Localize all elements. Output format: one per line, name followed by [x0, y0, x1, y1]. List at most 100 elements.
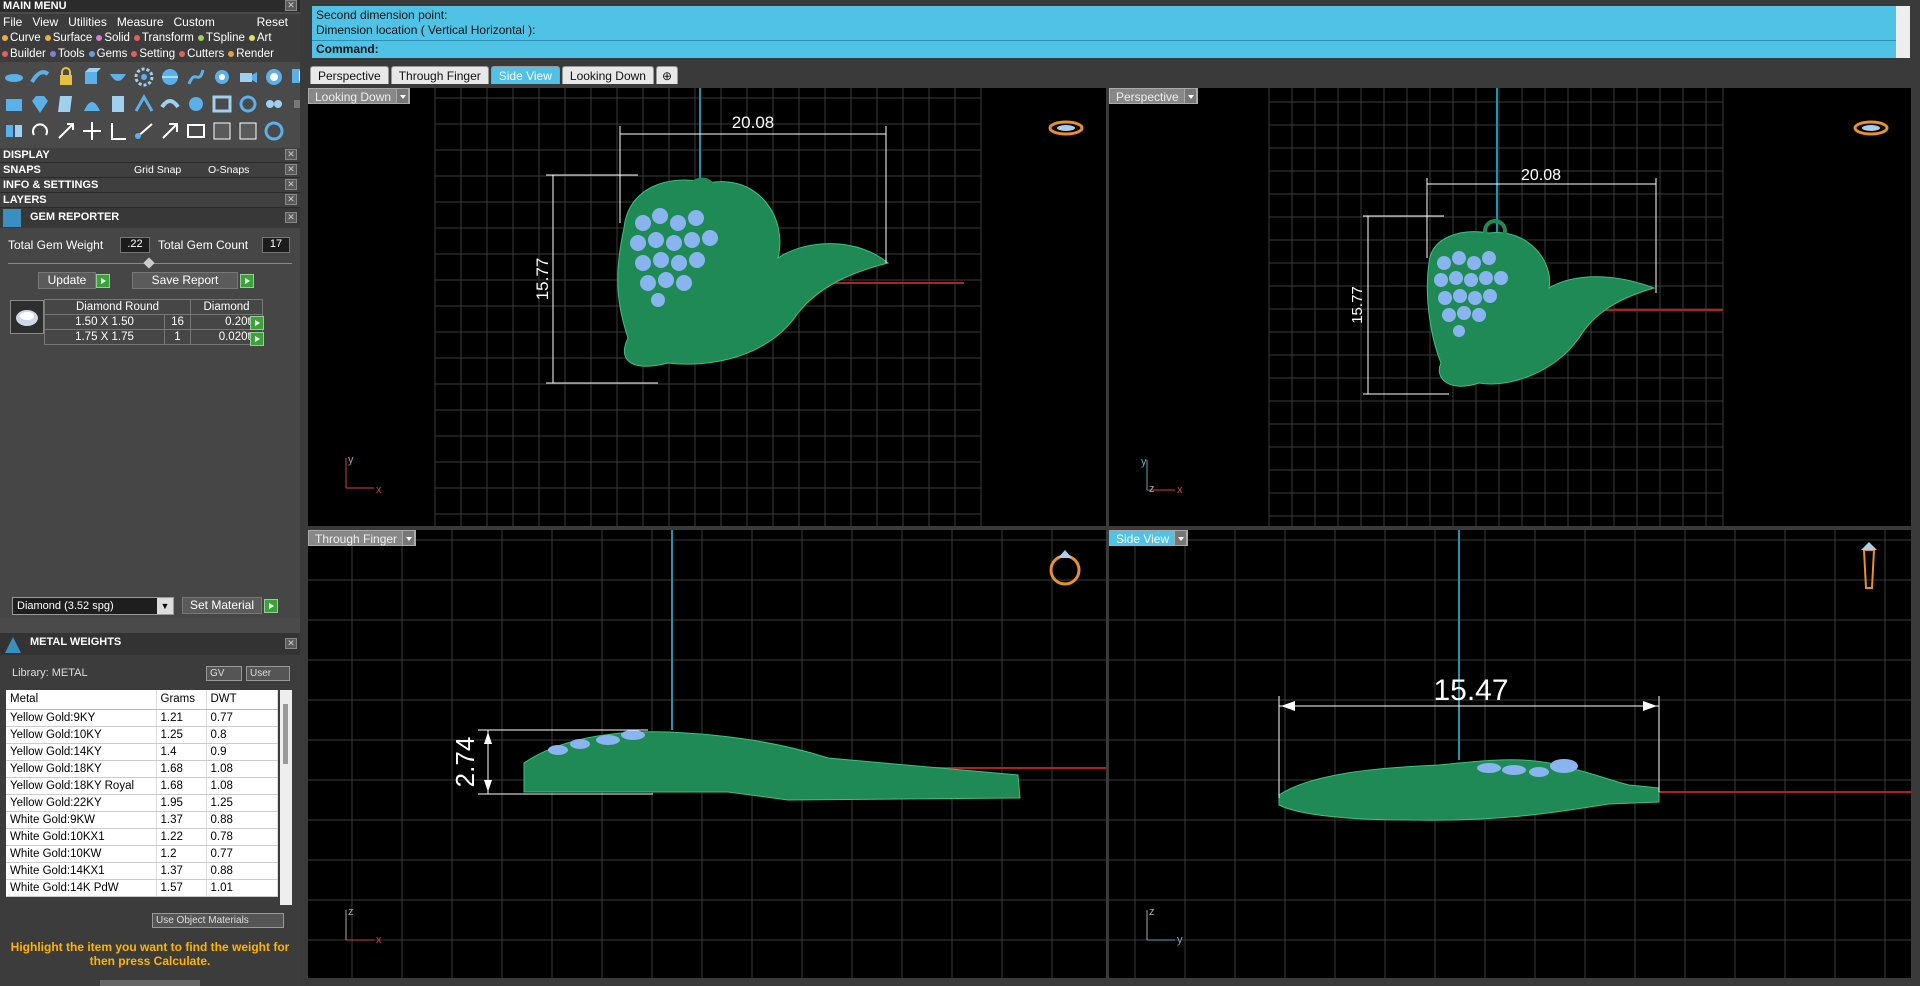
category-surface[interactable]: Surface — [44, 30, 92, 46]
category-setting[interactable]: Setting — [131, 46, 175, 62]
arrow-tool-icon[interactable] — [158, 119, 182, 143]
flow-tool-icon[interactable] — [158, 92, 182, 116]
lock-tool-icon[interactable] — [54, 65, 78, 89]
through-finger-canvas[interactable]: 2.74 z x — [308, 530, 1106, 978]
table-row[interactable]: Yellow Gold:18KY 1.68 1.08 — [6, 760, 278, 778]
tab-side-view[interactable]: Side View — [490, 66, 560, 84]
reset-button[interactable]: Reset — [257, 14, 288, 30]
pipe-tool-icon[interactable] — [236, 119, 260, 143]
table-row[interactable]: White Gold:10KW 1.2 0.77 — [6, 845, 278, 863]
category-render[interactable]: Render — [228, 46, 274, 62]
save-report-go-icon[interactable] — [240, 274, 254, 288]
user-toggle[interactable]: User — [246, 666, 290, 681]
cube-tool-icon[interactable] — [80, 65, 104, 89]
table-row[interactable]: White Gold:14KX1 1.37 0.88 — [6, 862, 278, 880]
set-material-button[interactable]: Set Material — [182, 597, 262, 614]
ring-perspective-icon[interactable] — [1853, 120, 1889, 136]
table-row[interactable]: Yellow Gold:14KY 1.4 0.9 — [6, 743, 278, 761]
menu-view[interactable]: View — [32, 14, 58, 30]
chevron-down-icon[interactable] — [1183, 88, 1197, 104]
category-builder[interactable]: Builder — [2, 46, 46, 62]
category-tools[interactable]: Tools — [49, 46, 85, 62]
info-tool-icon[interactable] — [288, 65, 300, 89]
chevron-down-icon[interactable] — [396, 88, 410, 104]
metal-table-scrollbar[interactable] — [280, 690, 292, 905]
gem-row-go-icon[interactable] — [250, 316, 264, 330]
table-row[interactable]: Yellow Gold:9KY 1.21 0.77 — [6, 709, 278, 727]
table-row[interactable]: Yellow Gold:10KY 1.25 0.8 — [6, 726, 278, 744]
toggle-tool-icon[interactable] — [288, 92, 300, 116]
gv-toggle[interactable]: GV — [206, 666, 242, 681]
table-row[interactable]: Yellow Gold:18KY Royal 1.68 1.08 — [6, 777, 278, 795]
close-icon[interactable]: ✕ — [285, 0, 297, 11]
gear-icon[interactable] — [132, 65, 156, 89]
category-art[interactable]: Art — [248, 30, 272, 46]
mirror-tool-icon[interactable] — [2, 119, 26, 143]
material-select[interactable]: Diamond (3.52 spg) ▼ — [12, 597, 174, 615]
viewport-label-looking-down[interactable]: Looking Down — [308, 88, 411, 104]
ring-top-icon[interactable] — [1048, 120, 1084, 136]
wire-sphere-icon[interactable] — [158, 65, 182, 89]
spin-tool-icon[interactable] — [236, 92, 260, 116]
chevron-down-icon[interactable] — [1174, 530, 1188, 546]
gem-tool-icon[interactable] — [28, 92, 52, 116]
viewport-label-through-finger[interactable]: Through Finger — [308, 530, 417, 546]
page-tool-icon[interactable] — [54, 92, 78, 116]
chevron-down-icon[interactable]: ▼ — [157, 598, 173, 614]
update-button[interactable]: Update — [38, 272, 96, 289]
use-object-materials-toggle[interactable]: Use Object Materials — [152, 913, 284, 928]
table-row[interactable]: 1.75 X 1.75 1 0.020tw — [44, 329, 263, 345]
ring-tool-icon[interactable] — [262, 119, 286, 143]
grams-header[interactable]: Grams — [156, 690, 207, 710]
move-tool-icon[interactable] — [80, 119, 104, 143]
cluster-tool-icon[interactable] — [262, 92, 286, 116]
menu-custom[interactable]: Custom — [174, 14, 215, 30]
scrollbar-thumb[interactable] — [283, 704, 288, 764]
perspective-canvas[interactable]: 20.08 15.77 y z x — [1109, 88, 1911, 526]
o-snaps-toggle[interactable]: O-Snaps — [208, 163, 249, 178]
viewport-side-view[interactable]: 15.47 z y Side View — [1109, 530, 1911, 978]
star-gear-icon[interactable] — [210, 65, 234, 89]
tab-through-finger[interactable]: Through Finger — [390, 66, 489, 84]
loft-tool-icon[interactable] — [2, 92, 26, 116]
looking-down-canvas[interactable]: 20.08 15.77 y x — [308, 88, 1106, 526]
shell-tool-icon[interactable] — [80, 92, 104, 116]
viewport-through-finger[interactable]: 2.74 z x Through Finger — [308, 530, 1106, 978]
info-settings-section[interactable]: INFO & SETTINGS — [0, 178, 300, 193]
circle-tool-icon[interactable] — [184, 92, 208, 116]
chevron-down-icon[interactable] — [402, 530, 416, 546]
slider-handle[interactable] — [143, 257, 155, 269]
table-row[interactable]: White Gold:10KX1 1.22 0.78 — [6, 828, 278, 846]
sweep-tool-icon[interactable] — [28, 65, 52, 89]
ring-side-icon[interactable] — [1861, 542, 1877, 589]
gem-reporter-close-icon[interactable]: ✕ — [285, 212, 297, 223]
twist-tool-icon[interactable] — [184, 65, 208, 89]
info-close-icon[interactable]: ✕ — [285, 179, 297, 190]
set-material-go-icon[interactable] — [264, 599, 278, 613]
menu-utilities[interactable]: Utilities — [68, 14, 107, 30]
category-gems[interactable]: Gems — [88, 46, 127, 62]
bowl-tool-icon[interactable] — [106, 65, 130, 89]
side-view-canvas[interactable]: 15.47 z y — [1109, 530, 1911, 978]
display-close-icon[interactable]: ✕ — [285, 149, 297, 160]
tab-looking-down[interactable]: Looking Down — [561, 66, 654, 84]
category-curve[interactable]: Curve — [2, 30, 41, 46]
display-section[interactable]: DISPLAY — [0, 148, 300, 163]
frame-tool-icon[interactable] — [210, 92, 234, 116]
add-tab-icon[interactable]: ⊕ — [655, 66, 679, 84]
grid-snap-toggle[interactable]: Grid Snap — [134, 163, 181, 178]
table-row[interactable]: 1.50 X 1.50 16 0.20tw — [44, 314, 263, 330]
snaps-close-icon[interactable]: ✕ — [285, 164, 297, 175]
category-transform[interactable]: Transform — [133, 30, 194, 46]
table-row[interactable]: Yellow Gold:22KY 1.95 1.25 — [6, 794, 278, 812]
viewport-label-perspective[interactable]: Perspective — [1109, 88, 1198, 104]
array-tool-icon[interactable] — [210, 119, 234, 143]
extend-tool-icon[interactable] — [132, 119, 156, 143]
update-go-icon[interactable] — [96, 274, 110, 288]
layers-section[interactable]: LAYERS — [0, 193, 300, 208]
save-report-button[interactable]: Save Report — [132, 272, 238, 289]
ring-front-icon[interactable] — [1049, 550, 1081, 586]
layers-close-icon[interactable]: ✕ — [285, 194, 297, 205]
gem-row-go-icon[interactable] — [250, 332, 264, 346]
metal-weights-close-icon[interactable]: ✕ — [285, 638, 297, 649]
